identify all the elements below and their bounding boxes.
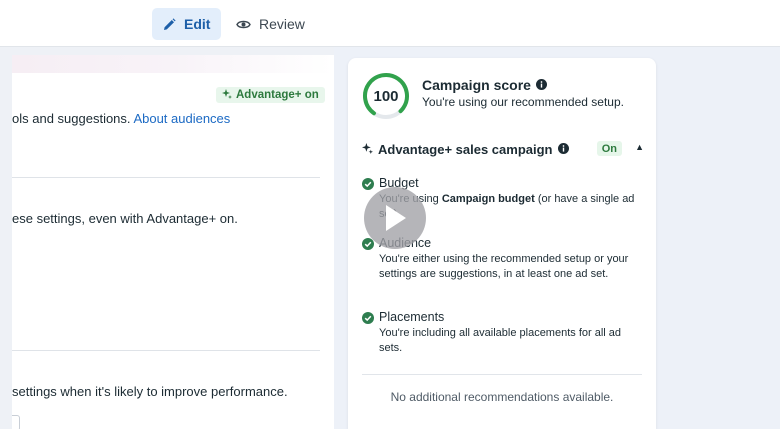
eye-icon <box>236 19 251 30</box>
section-divider <box>12 350 320 351</box>
about-audiences-link[interactable]: About audiences <box>133 111 230 126</box>
budget-desc-bold: Campaign budget <box>441 193 535 205</box>
review-tab-label: Review <box>259 16 305 32</box>
advantage-sales-row[interactable]: Advantage+ sales campaign On ▲ <box>362 140 644 158</box>
video-play-button[interactable] <box>364 187 426 249</box>
top-toolbar: Edit Review <box>0 0 780 47</box>
check-circle-icon <box>362 178 374 190</box>
audience-help-sentence: ols and suggestions. <box>12 111 131 126</box>
section-divider <box>12 177 320 178</box>
no-recommendations-text: No additional recommendations available. <box>390 390 614 404</box>
settings-control-text: ese settings, even with Advantage+ on. <box>12 211 238 226</box>
audience-help-text: ols and suggestions. About audiences <box>12 111 230 126</box>
advantage-badge: Advantage+ on <box>216 87 325 103</box>
advantage-badge-label: Advantage+ on <box>236 89 319 101</box>
info-icon[interactable] <box>535 77 547 93</box>
performance-text: settings when it's likely to improve per… <box>12 384 288 399</box>
settings-panel: Advantage+ on ols and suggestions. About… <box>12 55 334 429</box>
sparkle-icon <box>222 88 232 102</box>
sparkle-icon <box>362 142 373 157</box>
edit-tab-label: Edit <box>184 16 211 32</box>
panel-header-gradient <box>12 55 334 73</box>
score-title: Campaign score <box>422 77 547 93</box>
review-tab[interactable]: Review <box>225 8 316 40</box>
collapse-caret-icon[interactable]: ▲ <box>635 142 644 152</box>
play-icon <box>386 205 406 231</box>
check-circle-icon <box>362 312 374 324</box>
pencil-icon <box>163 17 176 31</box>
placements-title: Placements <box>379 310 445 324</box>
audience-desc: You're either using the recommended setu… <box>379 253 629 280</box>
sales-title: Advantage+ sales campaign <box>362 142 569 157</box>
placements-desc: You're including all available placement… <box>379 327 622 354</box>
score-title-label: Campaign score <box>422 77 531 93</box>
score-subtitle: You're using our recommended setup. <box>422 95 624 109</box>
sales-title-label: Advantage+ sales campaign <box>378 141 553 157</box>
score-value: 100 <box>373 87 399 105</box>
status-badge: On <box>596 141 622 156</box>
card-divider <box>362 374 642 375</box>
edit-tab[interactable]: Edit <box>152 8 222 40</box>
info-icon[interactable] <box>557 142 569 157</box>
partial-control[interactable] <box>12 415 20 429</box>
